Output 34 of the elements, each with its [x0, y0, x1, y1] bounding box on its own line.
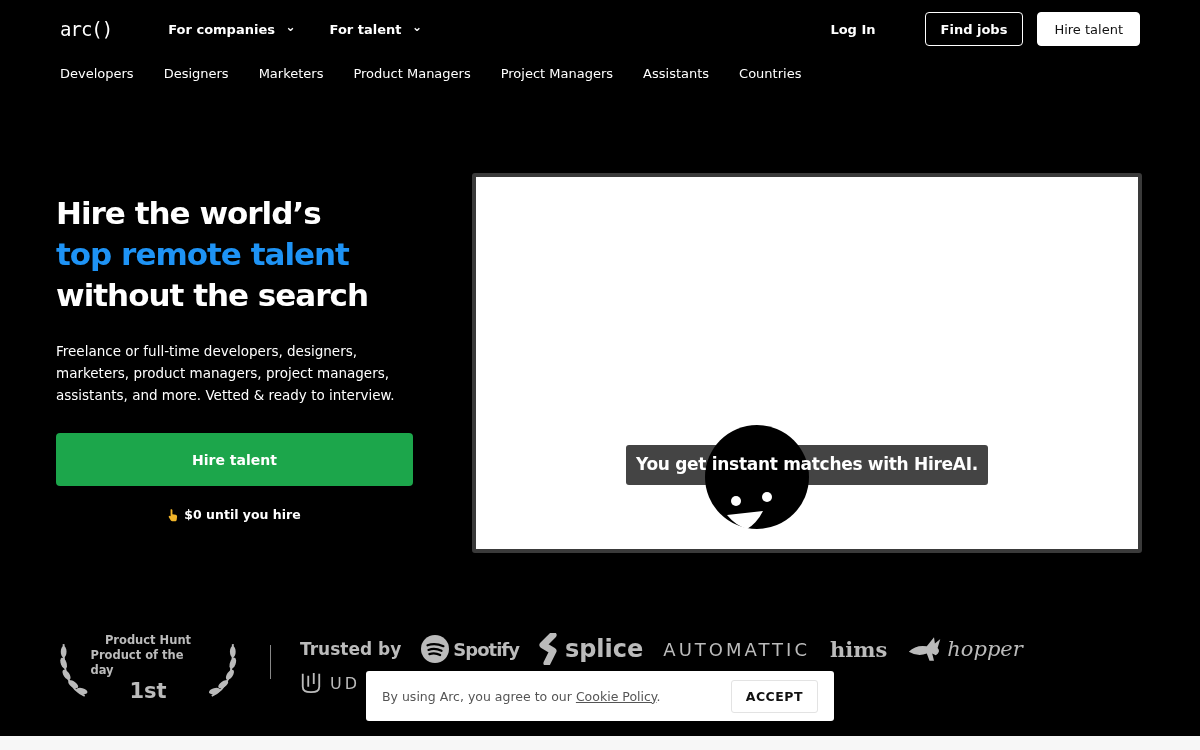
- trusted-by-label: Trusted by: [300, 639, 402, 659]
- nav-menu[interactable]: For companies ⌄: [168, 21, 296, 37]
- category-link[interactable]: Product Managers: [353, 66, 471, 81]
- caption-text: You get instant matches with HireAI.: [636, 454, 978, 474]
- category-link[interactable]: Assistants: [643, 66, 710, 81]
- hero-title-line: top remote talent: [56, 235, 350, 274]
- category-link[interactable]: Designers: [163, 66, 229, 81]
- nav-menu[interactable]: For talent ⌄: [329, 21, 423, 37]
- category-link[interactable]: Countries: [739, 66, 802, 81]
- brand-logo: AUTOMATTIC: [663, 638, 810, 660]
- cookie-text: By using Arc, you agree to our Cookie Policy.: [382, 688, 661, 704]
- brand-logo: hims: [829, 636, 888, 662]
- spotify-icon: [421, 635, 450, 663]
- category-link[interactable]: Developers: [60, 66, 134, 81]
- pricing-note: $0 until you hire: [184, 507, 301, 522]
- brand-logo: UD: [330, 673, 361, 693]
- brand-logo: hopper: [947, 637, 1023, 661]
- udacity-icon: [300, 671, 322, 695]
- category-link[interactable]: Project Managers: [500, 66, 614, 81]
- brand-logo: Spotify: [453, 638, 519, 660]
- header-button[interactable]: Hire talent: [1037, 12, 1140, 46]
- pointing-hand-icon: [168, 507, 179, 522]
- hero-description: Freelance or full-time developers, designers, marketers, product managers, project managers, assistants, and more. Vetted & ready to interview.: [56, 342, 396, 405]
- header-button[interactable]: Find jobs: [924, 12, 1024, 46]
- hero-title-line: without the search: [56, 276, 369, 315]
- login-link[interactable]: Log In: [815, 12, 891, 46]
- category-link[interactable]: Marketers: [258, 66, 324, 81]
- award-text: Product of the day: [90, 648, 185, 678]
- award-rank: 1st: [129, 678, 167, 704]
- logo[interactable]: arc(): [60, 18, 113, 40]
- award-text: Product Hunt: [104, 633, 192, 648]
- brand-logo: splice: [564, 635, 644, 663]
- accept-button[interactable]: ACCEPT: [730, 679, 818, 713]
- hero-title-line: Hire the world’s: [56, 194, 322, 233]
